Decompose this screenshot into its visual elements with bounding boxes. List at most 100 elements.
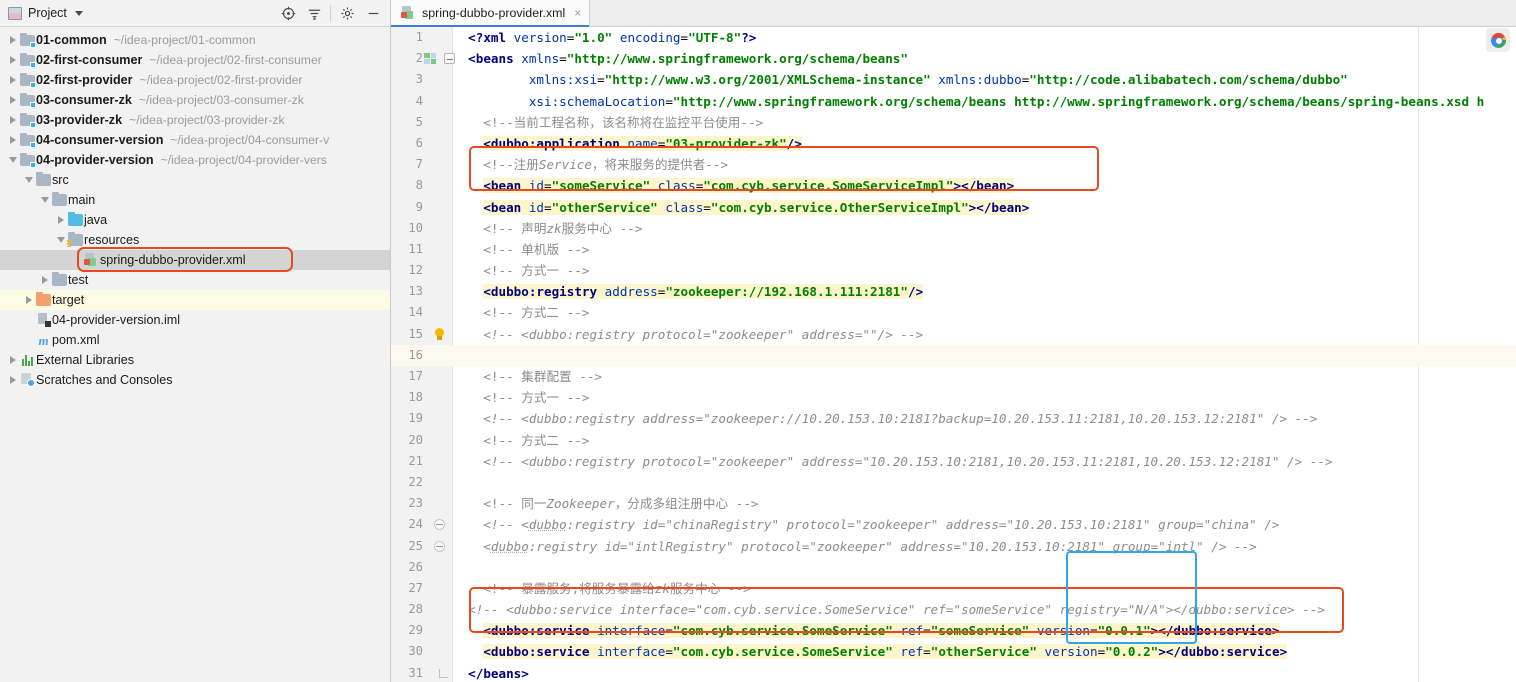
chevron-right-icon[interactable]: [38, 276, 51, 284]
code-line-5[interactable]: 5 <!--当前工程名称，该名称将在监控平台使用-->: [391, 112, 1516, 133]
tree-item-scratches-and-consoles[interactable]: Scratches and Consoles: [0, 370, 390, 390]
collapse-all-icon[interactable]: [301, 2, 327, 24]
tree-item-external-libraries[interactable]: External Libraries: [0, 350, 390, 370]
code-line-21[interactable]: 21 <!-- <dubbo:registry protocol="zookee…: [391, 451, 1516, 472]
fold-region-end-icon[interactable]: [433, 540, 445, 552]
intention-bulb-icon[interactable]: [434, 327, 445, 341]
code-line-14[interactable]: 14 <!-- 方式二 -->: [391, 302, 1516, 323]
fold-collapse-icon[interactable]: [443, 53, 455, 65]
code-line-20[interactable]: 20 <!-- 方式二 -->: [391, 430, 1516, 451]
locate-icon[interactable]: [275, 2, 301, 24]
code-lines[interactable]: 1 <?xml version="1.0" encoding="UTF-8"?>…: [391, 27, 1516, 682]
chevron-right-icon[interactable]: [6, 36, 19, 44]
tree-item-java[interactable]: java: [0, 210, 390, 230]
code-line-25[interactable]: 25 <dubbo:registry id="intlRegistry" pro…: [391, 536, 1516, 557]
tree-item-src[interactable]: src: [0, 170, 390, 190]
code-token: -->: [566, 263, 590, 279]
code-line-17[interactable]: 17 <!-- 集群配置 -->: [391, 366, 1516, 387]
chevron-right-icon[interactable]: [6, 136, 19, 144]
code-line-9[interactable]: 9 <bean id="otherService" class="com.cyb…: [391, 197, 1516, 218]
code-line-23[interactable]: 23 <!-- 同一Zookeeper，分成多组注册中心 -->: [391, 493, 1516, 514]
chevron-right-icon[interactable]: [22, 296, 35, 304]
tree-item-02-first-consumer[interactable]: 02-first-consumer ~/idea-project/02-first…: [0, 50, 390, 70]
tree-item-01-common[interactable]: 01-common ~/idea-project/01-common: [0, 30, 390, 50]
chevron-right-icon[interactable]: [6, 56, 19, 64]
gutter-icon-slot[interactable]: [425, 514, 453, 535]
open-in-chrome-icon[interactable]: [1486, 28, 1510, 52]
tab-spring-dubbo-provider-xml[interactable]: spring-dubbo-provider.xml ×: [391, 0, 591, 27]
gutter-icon-slot[interactable]: [425, 663, 453, 682]
tree-item-spring-dubbo-provider-xml[interactable]: spring-dubbo-provider.xml: [0, 250, 390, 270]
code-line-10[interactable]: 10 <!-- 声明zk服务中心 -->: [391, 218, 1516, 239]
external-libraries-icon: [22, 354, 33, 366]
tree-item-resources[interactable]: resources: [0, 230, 390, 250]
code-line-2[interactable]: 2 <beans xmlns="http://www.springframewo…: [391, 48, 1516, 69]
hide-icon[interactable]: [360, 2, 386, 24]
code-line-24[interactable]: 24 <!-- <dubbo:registry id="chinaRegistr…: [391, 514, 1516, 535]
code-line-26[interactable]: 26: [391, 557, 1516, 578]
tree-item-test[interactable]: test: [0, 270, 390, 290]
code-line-11[interactable]: 11 <!-- 单机版 -->: [391, 239, 1516, 260]
chevron-down-icon[interactable]: [22, 177, 35, 183]
tree-item-03-provider-zk[interactable]: 03-provider-zk ~/idea-project/03-provider…: [0, 110, 390, 130]
chevron-down-icon[interactable]: [6, 157, 19, 163]
code-line-1[interactable]: 1 <?xml version="1.0" encoding="UTF-8"?>: [391, 27, 1516, 48]
code-line-27[interactable]: 27 <!-- 暴露服务,将服务暴露给zk服务中心 -->: [391, 578, 1516, 599]
chevron-down-icon[interactable]: [54, 237, 67, 243]
gutter-icon-slot[interactable]: [425, 536, 453, 557]
code-line-3[interactable]: 3 xmlns:xsi="http://www.w3.org/2001/XMLS…: [391, 69, 1516, 90]
code-line-7[interactable]: 7 <!--注册Service，将来服务的提供者-->: [391, 154, 1516, 175]
tree-item-path: ~/idea-project/01-common: [113, 33, 256, 47]
spring-bean-gutter-icon[interactable]: [423, 53, 437, 65]
code-line-13[interactable]: 13 <dubbo:registry address="zookeeper://…: [391, 281, 1516, 302]
code-line-18[interactable]: 18 <!-- 方式一 -->: [391, 387, 1516, 408]
chevron-right-icon[interactable]: [6, 356, 19, 364]
code-line-29[interactable]: 29 <dubbo:service interface="com.cyb.ser…: [391, 620, 1516, 641]
gutter-icon-slot[interactable]: [425, 324, 453, 345]
tree-item-04-consumer-version[interactable]: 04-consumer-version ~/idea-project/04-con…: [0, 130, 390, 150]
code-line-8[interactable]: 8 <bean id="someService" class="com.cyb.…: [391, 175, 1516, 196]
code-token: class: [657, 178, 696, 194]
chevron-right-icon[interactable]: [6, 76, 19, 84]
tree-item-04-provider-version-iml[interactable]: 04-provider-version.iml: [0, 310, 390, 330]
code-token: xmlns:xsi: [528, 72, 598, 88]
code-token: 方式一: [521, 390, 567, 406]
code-token: =: [544, 178, 552, 194]
tree-item-03-consumer-zk[interactable]: 03-consumer-zk ~/idea-project/03-consumer…: [0, 90, 390, 110]
chevron-down-icon[interactable]: [38, 197, 51, 203]
tree-item-02-first-provider[interactable]: 02-first-provider ~/idea-project/02-first…: [0, 70, 390, 90]
line-number: 20: [408, 432, 423, 447]
chevron-right-icon[interactable]: [6, 96, 19, 104]
close-icon[interactable]: ×: [574, 6, 581, 20]
code-token: -->: [566, 432, 590, 448]
code-line-4[interactable]: 4 xsi:schemaLocation="http://www.springf…: [391, 91, 1516, 112]
tree-item-04-provider-version[interactable]: 04-provider-version ~/idea-project/04-pro…: [0, 150, 390, 170]
code-line-12[interactable]: 12 <!-- 方式一 -->: [391, 260, 1516, 281]
code-line-6[interactable]: 6 <dubbo:application name="03-provider-z…: [391, 133, 1516, 154]
settings-gear-icon[interactable]: [334, 2, 360, 24]
chevron-down-icon[interactable]: [74, 10, 83, 16]
tree-item-target[interactable]: target: [0, 290, 390, 310]
code-token: [650, 178, 658, 194]
gutter-icon-slot[interactable]: [423, 48, 455, 69]
tree-item-main[interactable]: main: [0, 190, 390, 210]
fold-end-bracket-icon: [438, 668, 448, 678]
code-token: -->: [579, 369, 602, 384]
code-token: <dubbo:registry: [483, 284, 605, 300]
code-line-19[interactable]: 19 <!-- <dubbo:registry address="zookeep…: [391, 408, 1516, 429]
fold-region-start-icon[interactable]: [433, 519, 445, 531]
code-line-28[interactable]: 28 <!-- <dubbo:service interface="com.cy…: [391, 599, 1516, 620]
tree-item-pom-xml[interactable]: m pom.xml: [0, 330, 390, 350]
code-line-22[interactable]: 22: [391, 472, 1516, 493]
code-text: <!-- 方式一 -->: [453, 260, 589, 281]
code-line-16[interactable]: 16: [391, 344, 1516, 366]
code-editor[interactable]: 1 <?xml version="1.0" encoding="UTF-8"?>…: [391, 27, 1516, 682]
chevron-right-icon[interactable]: [54, 216, 67, 224]
code-line-31[interactable]: 31 </beans>: [391, 663, 1516, 682]
chevron-right-icon[interactable]: [6, 376, 19, 384]
code-line-30[interactable]: 30 <dubbo:service interface="com.cyb.ser…: [391, 641, 1516, 662]
chevron-right-icon[interactable]: [6, 116, 19, 124]
code-line-15[interactable]: 15 <!-- <dubbo:registry protocol="zookee…: [391, 324, 1516, 345]
project-pane-title-group[interactable]: Project: [8, 6, 83, 20]
code-token: 集群配置: [521, 369, 580, 384]
